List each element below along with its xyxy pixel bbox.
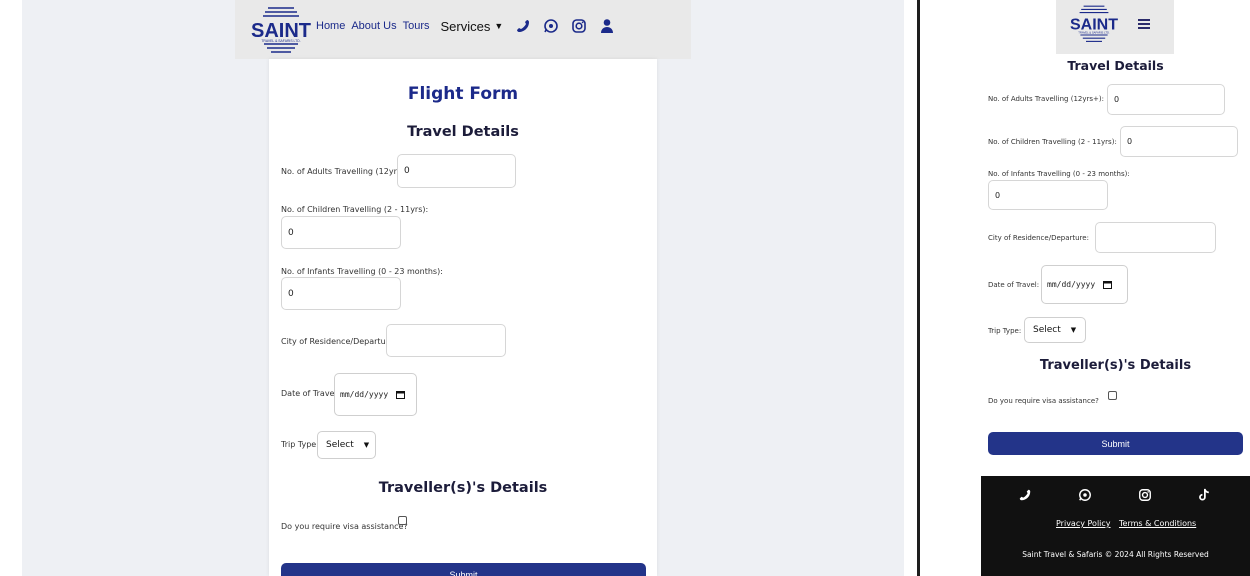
mobile-children-label: No. of Children Travelling (2 - 11yrs): <box>988 138 1117 146</box>
mobile-submit-button[interactable]: Submit <box>988 432 1243 455</box>
instagram-icon[interactable] <box>571 18 587 34</box>
adults-label: No. of Adults Travelling (12yrs+): <box>281 167 414 176</box>
date-label: Date of Travel: <box>281 389 340 398</box>
mobile-visa-checkbox[interactable] <box>1108 391 1117 400</box>
chevron-down-icon[interactable]: ▼ <box>494 21 503 31</box>
mobile-trip-type-select[interactable]: Select ▼ <box>1024 317 1086 343</box>
screenshot-stage: SAINT TRAVEL & SAFARIS LTD. Home About U… <box>0 0 1250 576</box>
mobile-adults-label: No. of Adults Travelling (12yrs+): <box>988 95 1104 103</box>
tiktok-icon[interactable] <box>1197 487 1211 501</box>
mobile-visa-label: Do you require visa assistance? <box>988 397 1099 405</box>
date-input[interactable]: mm/dd/yyyy <box>334 373 417 416</box>
trip-type-label: Trip Type: <box>281 440 319 449</box>
mobile-navbar: SAINT TRAVEL & SAFARIS LTD. <box>1056 0 1174 54</box>
calendar-icon[interactable] <box>396 390 406 399</box>
chevron-down-icon: ▼ <box>363 441 370 449</box>
mobile-viewport: SAINT TRAVEL & SAFARIS LTD. Travel Detai… <box>981 0 1250 576</box>
travel-details-heading: Travel Details <box>407 124 519 140</box>
mobile-footer: Privacy Policy Terms & Conditions <box>981 476 1250 576</box>
phone-icon[interactable] <box>1018 487 1032 501</box>
svg-text:TRAVEL & SAFARIS LTD.: TRAVEL & SAFARIS LTD. <box>1078 30 1110 34</box>
hamburger-menu-icon[interactable] <box>1138 19 1150 29</box>
form-title: Flight Form <box>407 84 519 104</box>
infants-input[interactable]: 0 <box>281 277 401 310</box>
mobile-infants-label: No. of Infants Travelling (0 - 23 months… <box>988 170 1130 178</box>
mobile-adults-input[interactable]: 0 <box>1107 84 1225 115</box>
mobile-date-input[interactable]: mm/dd/yyyy <box>1041 265 1128 304</box>
mobile-date-placeholder: mm/dd/yyyy <box>1047 280 1096 289</box>
children-label: No. of Children Travelling (2 - 11yrs): <box>281 205 429 214</box>
visa-checkbox[interactable] <box>398 516 407 525</box>
adults-input[interactable]: 0 <box>397 154 516 188</box>
nav-services[interactable]: Services <box>441 19 491 34</box>
viewport-divider <box>917 0 920 576</box>
svg-text:TRAVEL & SAFARIS LTD.: TRAVEL & SAFARIS LTD. <box>261 39 300 43</box>
date-placeholder: mm/dd/yyyy <box>340 390 389 399</box>
user-icon[interactable] <box>599 18 615 34</box>
calendar-icon[interactable] <box>1103 280 1113 289</box>
nav-about-us[interactable]: About Us <box>351 20 396 32</box>
footer-copyright: Saint Travel & Safaris © 2024 All Rights… <box>1022 550 1209 559</box>
visa-label: Do you require visa assistance? <box>281 522 408 531</box>
mobile-infants-input[interactable]: 0 <box>988 180 1108 210</box>
mobile-traveller-details-heading: Traveller(s)'s Details <box>1039 358 1192 373</box>
children-input[interactable]: 0 <box>281 216 401 249</box>
privacy-policy-link[interactable]: Privacy Policy <box>1056 519 1111 528</box>
mobile-city-input[interactable] <box>1095 222 1216 253</box>
desktop-viewport: SAINT TRAVEL & SAFARIS LTD. Home About U… <box>22 0 904 576</box>
nav-tours[interactable]: Tours <box>403 20 430 32</box>
chevron-down-icon: ▼ <box>1070 326 1077 334</box>
city-input[interactable] <box>386 324 506 357</box>
phone-icon[interactable] <box>515 18 531 34</box>
trip-type-select[interactable]: Select ▼ <box>317 431 376 459</box>
traveller-details-heading: Traveller(s)'s Details <box>378 480 548 496</box>
mobile-travel-details-heading: Travel Details <box>1067 58 1164 73</box>
instagram-icon[interactable] <box>1138 487 1152 501</box>
mobile-date-label: Date of Travel: <box>988 281 1040 289</box>
submit-button[interactable]: Submit <box>281 563 646 576</box>
mobile-city-label: City of Residence/Departure: <box>988 234 1089 242</box>
nav-home[interactable]: Home <box>316 20 345 32</box>
mobile-trip-type-label: Trip Type: <box>988 327 1022 335</box>
flight-form-card: Flight Form Travel Details No. of Adults… <box>269 59 657 576</box>
nav-links: Home About Us Tours Services ▼ <box>316 18 627 34</box>
terms-conditions-link[interactable]: Terms & Conditions <box>1119 519 1196 528</box>
city-label: City of Residence/Departure: <box>281 337 397 346</box>
mobile-children-input[interactable]: 0 <box>1120 126 1238 157</box>
saint-logo[interactable]: SAINT TRAVEL & SAFARIS LTD. <box>246 2 316 56</box>
saint-logo[interactable]: SAINT TRAVEL & SAFARIS LTD. <box>1066 0 1122 46</box>
trip-type-selected: Select <box>326 440 354 450</box>
infants-label: No. of Infants Travelling (0 - 23 months… <box>281 267 443 276</box>
whatsapp-icon[interactable] <box>543 18 559 34</box>
whatsapp-icon[interactable] <box>1078 487 1092 501</box>
top-navbar: SAINT TRAVEL & SAFARIS LTD. Home About U… <box>235 0 691 59</box>
mobile-trip-type-selected: Select <box>1033 325 1061 335</box>
